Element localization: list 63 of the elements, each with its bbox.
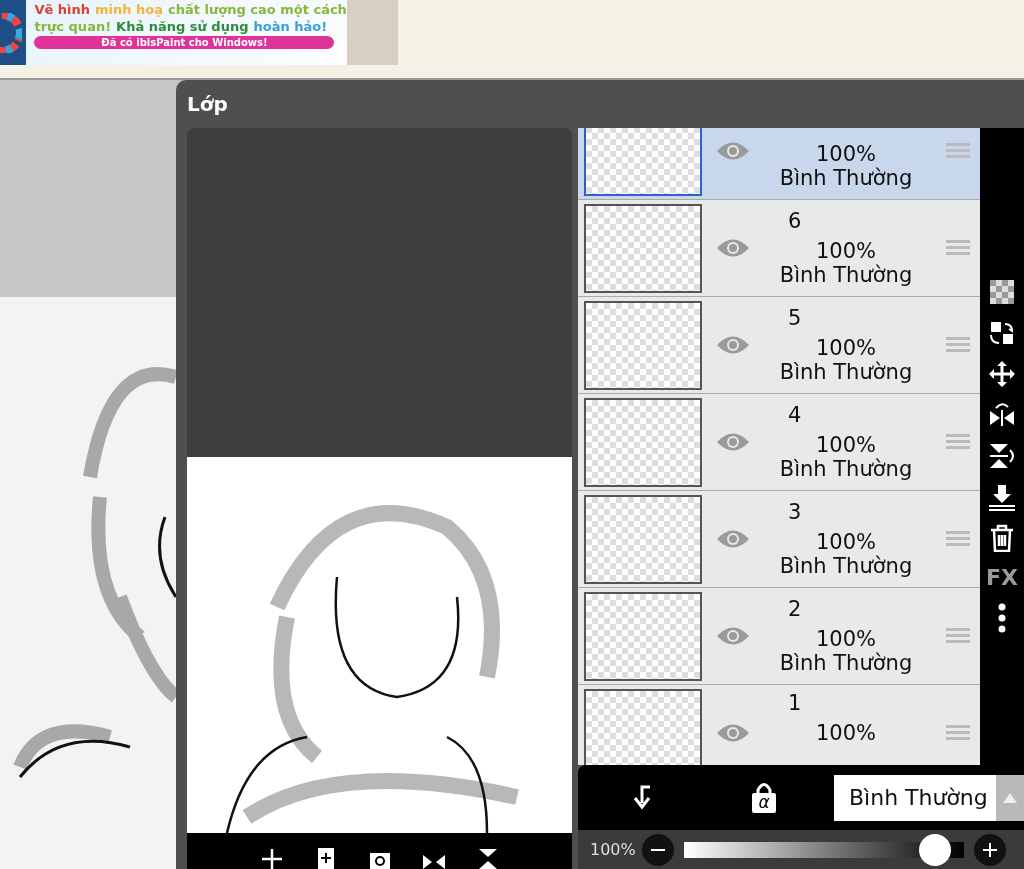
checker-icon[interactable] — [988, 278, 1016, 306]
fx-button[interactable]: FX — [986, 565, 1018, 590]
drag-handle-icon[interactable] — [946, 723, 970, 743]
add-icon[interactable] — [259, 847, 284, 869]
layer-opacity: 100% — [815, 627, 876, 651]
layer-opacity: 100% — [815, 336, 876, 360]
flip-vertical-icon[interactable] — [988, 442, 1016, 470]
layer-number: 5 — [788, 306, 802, 332]
layer-opacity: 100% — [815, 239, 876, 263]
triangle-up-icon — [1003, 792, 1018, 803]
drag-handle-icon[interactable] — [946, 141, 970, 161]
layer-opacity: 100% — [815, 142, 876, 166]
drag-handle-icon[interactable] — [946, 238, 970, 258]
slider-thumb[interactable] — [919, 833, 952, 866]
layer-row[interactable]: 3 100% Bình Thường — [578, 491, 980, 587]
layer-row[interactable]: 1 100% — [578, 685, 980, 765]
layer-blend-mode: Bình Thường — [779, 457, 913, 481]
opacity-reading: 100% — [590, 840, 636, 859]
color-wheel-logo-icon — [0, 12, 22, 53]
layer-opacity: 100% — [815, 721, 876, 745]
layer-opacity: 100% — [815, 433, 876, 457]
ad-text: hoàn hảo! — [253, 19, 328, 34]
layer-row[interactable]: 4 100% Bình Thường — [578, 394, 980, 490]
ad-text: Vẽ hình — [34, 2, 91, 17]
layer-blend-mode: Bình Thường — [779, 263, 913, 287]
merge-down-icon[interactable] — [988, 483, 1016, 511]
layer-number: 2 — [788, 597, 802, 623]
decrease-button[interactable] — [641, 833, 674, 866]
minus-icon — [650, 848, 665, 851]
ad-text: minh hoạ — [95, 2, 164, 17]
layer-number: 3 — [788, 500, 802, 526]
layer-blend-mode: Bình Thường — [779, 166, 913, 190]
trash-icon[interactable] — [988, 524, 1016, 552]
ad-banner[interactable]: Vẽ hình minh hoạ chất lượng cao một cách trực quan! Khả năng sử dụng hoàn hảo! Đã có ibisPaint cho Windows! — [0, 0, 398, 65]
layer-row[interactable]: 2 100% Bình Thường — [578, 588, 980, 684]
ad-text: Khả năng sử dụng — [116, 19, 249, 34]
increase-button[interactable] — [973, 833, 1006, 866]
layer-row[interactable]: 100% Bình Thường — [578, 128, 980, 199]
flip-horizontal-icon[interactable] — [988, 401, 1016, 429]
plus-icon — [982, 842, 997, 857]
dropdown-arrow-button[interactable] — [996, 774, 1024, 821]
layer-blend-mode: Bình Thường — [779, 651, 913, 675]
layer-number: 6 — [788, 209, 802, 235]
swap-icon[interactable] — [988, 319, 1016, 347]
layer-blend-mode: Bình Thường — [779, 360, 913, 384]
ad-text: trực quan! — [34, 19, 112, 34]
layer-row[interactable]: 5 100% Bình Thường — [578, 297, 980, 393]
layer-opacity: 100% — [815, 530, 876, 554]
drag-handle-icon[interactable] — [946, 626, 970, 646]
ad-text: chất lượng cao một cách — [168, 2, 347, 17]
ad-button[interactable]: Đã có ibisPaint cho Windows! — [34, 36, 335, 49]
layer-blend-mode: Bình Thường — [779, 554, 913, 578]
panel-title: Lớp — [186, 91, 229, 118]
illustration-placeholder — [346, 0, 398, 65]
drag-handle-icon[interactable] — [946, 529, 970, 549]
more-icon[interactable] — [998, 603, 1006, 633]
blend-mode-dropdown[interactable]: Bình Thường — [834, 774, 997, 821]
layer-row[interactable]: 6 100% Bình Thường — [578, 200, 980, 296]
layer-number: 4 — [788, 403, 802, 429]
move-icon[interactable] — [988, 360, 1016, 388]
layer-number: 1 — [788, 691, 802, 717]
drag-handle-icon[interactable] — [946, 335, 970, 355]
drag-handle-icon[interactable] — [946, 432, 970, 452]
